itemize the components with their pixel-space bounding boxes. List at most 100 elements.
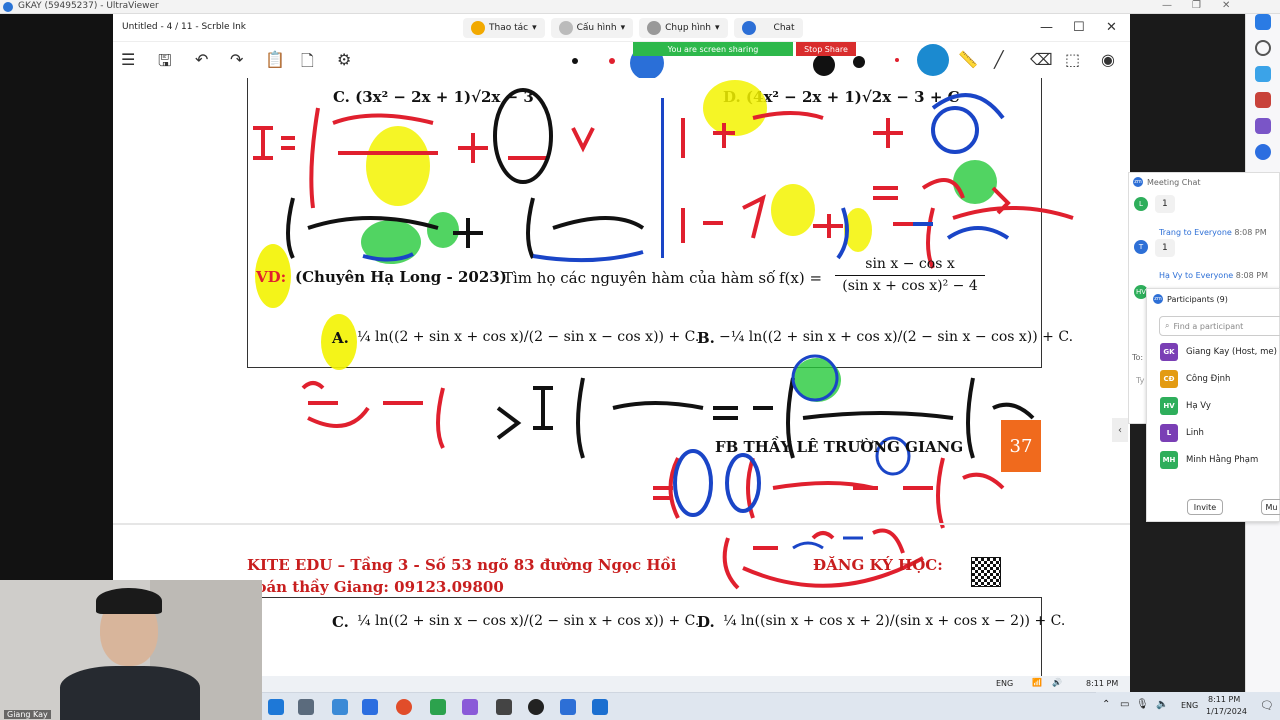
eraser-icon[interactable]: ⌫ <box>1030 50 1053 69</box>
tray-lang[interactable]: ENG <box>1181 701 1198 710</box>
option-c: ¼ ln((2 + sin x − cos x)/(2 − sin x + co… <box>357 613 700 629</box>
vd-source: (Chuyên Hạ Long - 2023) <box>295 268 507 286</box>
ruler-icon[interactable]: 📏 <box>958 50 978 69</box>
panel-collapse-icon[interactable]: ‹ <box>1112 418 1128 442</box>
speaker-icon[interactable]: 🔈 <box>1156 699 1168 710</box>
ink-blue-circle <box>931 106 979 154</box>
participant-name[interactable]: Công Định <box>1186 374 1230 384</box>
document-canvas[interactable]: C. (3x² − 2x + 1)√2x − 3 D. (4x² − 2x + … <box>113 78 1130 692</box>
tray-time[interactable]: 8:11 PM <box>1208 695 1240 704</box>
stop-share-button[interactable]: Stop Share <box>796 42 856 56</box>
gear-icon <box>558 21 573 35</box>
page-number-badge: 37 <box>1001 420 1041 472</box>
pen-red-small[interactable] <box>609 58 615 64</box>
tray-date[interactable]: 1/17/2024 <box>1206 707 1247 716</box>
app-icon[interactable] <box>430 699 446 715</box>
highlight-yellow <box>771 184 815 236</box>
mail-icon[interactable] <box>362 699 378 715</box>
remote-time: 8:11 PM <box>1086 679 1119 688</box>
notification-icon[interactable]: 🗨 <box>1260 699 1274 712</box>
toolbox-icon[interactable] <box>1255 92 1271 108</box>
chat-input[interactable]: Ty <box>1136 376 1144 385</box>
paste-icon[interactable]: 📋 <box>265 50 285 69</box>
ink-blue-paren-2 <box>725 453 761 513</box>
window-close-icon[interactable]: ✕ <box>1106 20 1117 35</box>
action-menu[interactable]: Thao tác ▾ <box>463 18 545 38</box>
pen-red-tiny[interactable] <box>895 58 899 62</box>
phone-icon[interactable] <box>496 699 512 715</box>
vd-text: Tìm họ các nguyên hàm của hàm số <box>503 269 776 287</box>
menu-icon[interactable]: ☰ <box>121 50 135 69</box>
copilot-icon[interactable] <box>1255 14 1271 30</box>
option-b-label: B. <box>697 329 715 347</box>
games-icon[interactable] <box>1255 118 1271 134</box>
wifi-icon: 📶 <box>1032 678 1042 687</box>
participant-name[interactable]: Hạ Vy <box>1186 401 1211 411</box>
participant-avatar: L <box>1160 424 1178 442</box>
file-explorer-icon[interactable] <box>298 699 314 715</box>
zoom-taskbar-icon[interactable] <box>560 699 576 715</box>
tag-icon[interactable] <box>1255 66 1271 82</box>
network-icon[interactable]: ▭ <box>1120 699 1129 710</box>
redo-icon[interactable]: ↷ <box>230 50 243 69</box>
action-label: Thao tác <box>489 23 529 33</box>
windows-start-icon[interactable] <box>268 699 284 715</box>
window-minimize-icon[interactable]: — <box>1040 20 1053 35</box>
minimize-icon[interactable]: — <box>1162 0 1172 11</box>
store-icon[interactable] <box>332 699 348 715</box>
view-icon[interactable]: ◉ <box>1101 50 1115 69</box>
chevron-down-icon: ▾ <box>532 23 537 33</box>
highlight-yellow <box>703 80 767 136</box>
maximize-icon[interactable]: ❐ <box>1192 0 1201 11</box>
mute-all-button[interactable]: Mu <box>1261 499 1280 515</box>
ink-black-integral <box>286 197 645 259</box>
ultraviewer-toolbar: Thao tác ▾ Cấu hình ▾ Chụp hình ▾ Chat <box>463 16 803 40</box>
shape-tool-button[interactable] <box>917 44 949 76</box>
invite-button[interactable]: Invite <box>1187 499 1223 515</box>
teacher-contact: Toán thầy Giang: 09123.09800 <box>247 578 504 596</box>
window-maximize-icon[interactable]: ☐ <box>1073 20 1085 35</box>
search-icon: ⌕ <box>1165 321 1170 330</box>
search-icon[interactable] <box>1255 40 1271 56</box>
ink-toolbar: ☰ 🖫 ↶ ↷ 📋 🗋 ⚙ 📏 ╱ ⌫ ⬚ ◉ <box>113 42 1130 80</box>
new-page-icon[interactable]: 🗋 <box>301 50 314 77</box>
participant-search[interactable]: ⌕ Find a participant <box>1159 316 1280 336</box>
microphone-icon[interactable]: 🎙 <box>1136 699 1149 710</box>
highlight-green <box>427 212 459 248</box>
option-c-label: C. <box>332 613 349 631</box>
chat-recipient: to Everyone <box>1183 228 1232 237</box>
participant-name[interactable]: Giang Kay (Host, me) <box>1186 347 1277 357</box>
ultraviewer-taskbar-icon[interactable] <box>592 699 608 715</box>
pen-black-large[interactable] <box>813 54 835 76</box>
fb-watermark: FB THẦY LÊ TRƯỜNG GIANG <box>715 438 964 456</box>
sliders-icon[interactable]: ⚙ <box>337 50 351 69</box>
app-icon[interactable] <box>462 699 478 715</box>
chevron-up-icon[interactable]: ⌃ <box>1102 699 1110 710</box>
participant-search-placeholder: Find a participant <box>1173 321 1244 331</box>
office-icon[interactable] <box>1255 144 1271 160</box>
participant-name[interactable]: Minh Hằng Phạm <box>1186 455 1258 465</box>
ink-blue-paren <box>673 449 713 517</box>
option-d: ¼ ln((sin x + cos x + 2)/(sin x + cos x … <box>723 613 1066 629</box>
chrome-icon[interactable] <box>396 699 412 715</box>
undo-icon[interactable]: ↶ <box>195 50 208 69</box>
chat-sender: Hạ Vy <box>1159 271 1183 280</box>
chevron-down-icon: ▾ <box>620 23 626 33</box>
capture-menu[interactable]: Chụp hình ▾ <box>639 18 728 38</box>
config-menu[interactable]: Cấu hình ▾ <box>550 18 634 38</box>
line-icon[interactable]: ╱ <box>994 50 1004 69</box>
sharing-status-text: You are screen sharing <box>667 44 759 54</box>
participant-name[interactable]: Linh <box>1186 428 1204 438</box>
chat-button[interactable]: Chat <box>733 18 803 38</box>
save-icon[interactable]: 🖫 <box>158 50 172 77</box>
pen-black-small[interactable] <box>572 58 578 64</box>
ink-black-circle <box>493 88 553 184</box>
select-icon[interactable]: ⬚ <box>1065 50 1080 69</box>
app-icon[interactable] <box>528 699 544 715</box>
remote-statusbar: ENG 📶 🔊 8:11 PM <box>262 676 1130 692</box>
zoom-icon: zm <box>1133 177 1143 187</box>
window-title: Untitled - 4 / 11 - Scrble Ink <box>122 22 247 32</box>
close-icon[interactable]: ✕ <box>1222 0 1230 11</box>
system-tray: ⌃ ▭ 🎙 🔈 ENG 8:11 PM 1/17/2024 🗨 <box>1096 692 1280 720</box>
pen-black-medium[interactable] <box>853 56 865 68</box>
